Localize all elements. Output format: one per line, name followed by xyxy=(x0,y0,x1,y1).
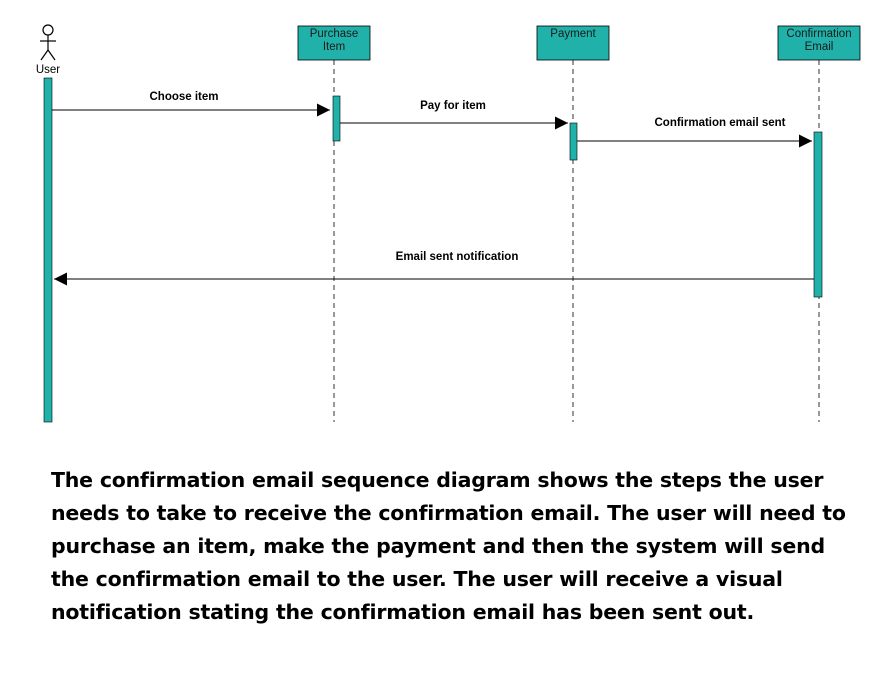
activation-bar-purchase xyxy=(332,95,341,142)
lifeline-payment: Payment xyxy=(536,25,610,422)
message-label: Choose item xyxy=(149,91,218,103)
diagram-description: The confirmation email sequence diagram … xyxy=(51,468,846,624)
lifeline-label-line: Payment xyxy=(550,28,596,40)
message-label: Confirmation email sent xyxy=(655,117,786,129)
sequence-diagram: User Purchase Item Payment Confirmation … xyxy=(36,24,861,423)
message-pay-for-item: Pay for item xyxy=(340,100,568,130)
stick-figure-icon xyxy=(40,24,56,61)
message-confirmation-email-sent: Confirmation email sent xyxy=(577,117,812,148)
lifeline-confirmation-email: Confirmation Email xyxy=(777,25,861,422)
message-email-sent-notification: Email sent notification xyxy=(54,251,814,286)
lifeline-label-line: Email xyxy=(805,41,834,53)
lifeline-label-line: Purchase xyxy=(310,28,359,40)
actor-label: User xyxy=(36,64,60,76)
lifeline-label-line: Item xyxy=(323,41,345,53)
lifeline-label-line: Confirmation xyxy=(786,28,851,40)
user-activation-bar xyxy=(43,77,53,423)
lifeline-purchase-item: Purchase Item xyxy=(297,25,371,422)
message-label: Pay for item xyxy=(420,100,486,112)
activation-bar-payment xyxy=(569,122,578,161)
activation-bar-confirmation xyxy=(813,131,823,298)
message-choose-item: Choose item xyxy=(52,91,330,117)
message-label: Email sent notification xyxy=(396,251,519,263)
user-actor: User xyxy=(36,24,60,76)
